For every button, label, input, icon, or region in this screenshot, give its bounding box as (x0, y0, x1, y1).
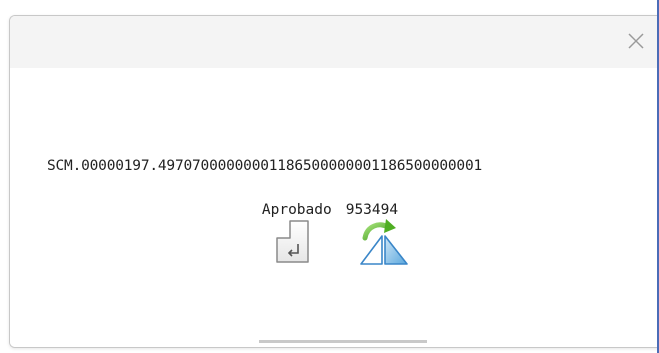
accept-button[interactable] (273, 218, 313, 266)
dialog-body: SCM.00000197.497070000000011865000000011… (10, 68, 659, 347)
flip-mirror-icon (360, 219, 408, 265)
enter-return-icon (276, 220, 309, 263)
focus-underline (259, 340, 427, 343)
transaction-message: SCM.00000197.497070000000011865000000011… (47, 158, 483, 174)
flip-button[interactable] (355, 216, 415, 266)
status-line: Aprobado 953494 (10, 202, 650, 218)
status-label: Aprobado (261, 202, 332, 218)
close-button[interactable] (623, 28, 649, 54)
dialog-window: SCM.00000197.497070000000011865000000011… (9, 15, 659, 348)
page-background: SCM.00000197.497070000000011865000000011… (0, 0, 659, 353)
close-icon (628, 33, 644, 49)
dialog-header (10, 16, 659, 68)
